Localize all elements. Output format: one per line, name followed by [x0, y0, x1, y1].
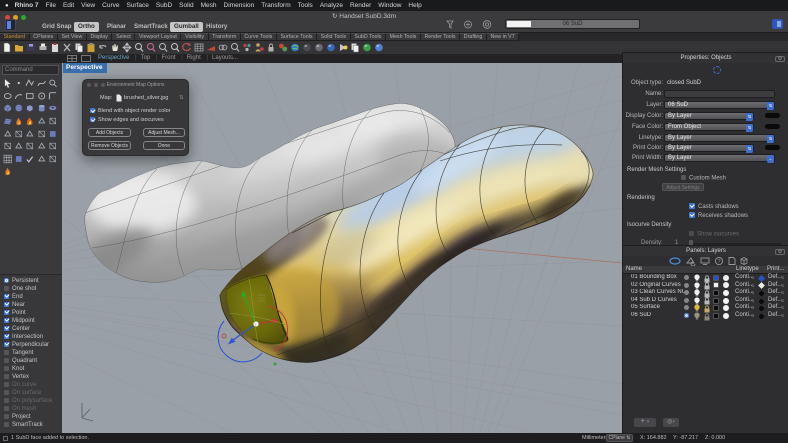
svg-text:?: ? — [718, 259, 721, 265]
